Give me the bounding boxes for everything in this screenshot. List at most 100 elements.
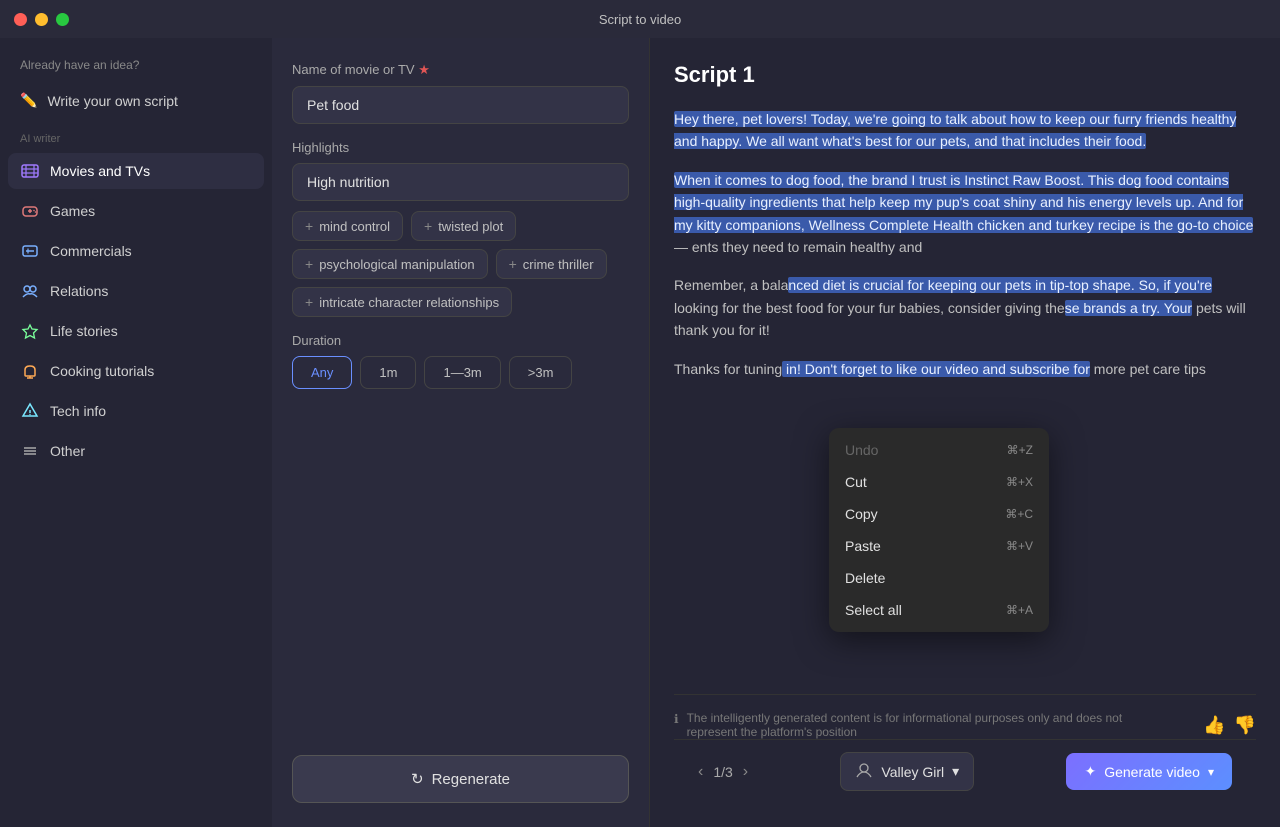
commercials-label: Commercials (50, 243, 132, 259)
highlight-main-input[interactable]: High nutrition (292, 163, 629, 201)
games-label: Games (50, 203, 95, 219)
cooking-label: Cooking tutorials (50, 363, 154, 379)
tag-label: twisted plot (438, 219, 503, 234)
main-layout: Already have an idea? ✏️ Write your own … (0, 38, 1280, 827)
sidebar-item-relations[interactable]: Relations (8, 273, 264, 309)
other-icon (20, 441, 40, 461)
tech-icon (20, 401, 40, 421)
tag-psychological[interactable]: + psychological manipulation (292, 249, 488, 279)
selected-text-p2: When it comes to dog food, the brand I t… (674, 172, 1253, 233)
ctx-paste-label: Paste (845, 538, 881, 554)
sidebar-item-movies[interactable]: Movies and TVs (8, 153, 264, 189)
close-button[interactable] (14, 13, 27, 26)
duration-any[interactable]: Any (292, 356, 352, 389)
bottom-bar: ‹ 1/3 › Valley Girl ▾ ✦ Generate video ▾ (674, 739, 1256, 803)
pencil-icon: ✏️ (20, 92, 37, 109)
highlights-label: Highlights (292, 140, 629, 155)
write-own-script-label: Write your own script (47, 93, 177, 109)
script-paragraph-4[interactable]: Thanks for tuning in! Don't forget to li… (674, 358, 1256, 380)
ctx-select-all[interactable]: Select all ⌘+A (829, 594, 1049, 626)
sidebar-item-games[interactable]: Games (8, 193, 264, 229)
required-indicator: ★ (418, 62, 430, 77)
ctx-select-all-shortcut: ⌘+A (1006, 603, 1033, 617)
regenerate-label: Regenerate (432, 771, 510, 788)
thumbs-up-button[interactable]: 👍 (1203, 715, 1225, 736)
info-icon: ℹ (674, 712, 679, 726)
context-menu: Undo ⌘+Z Cut ⌘+X Copy ⌘+C Paste ⌘+V Dele… (829, 428, 1049, 632)
movie-name-label: Name of movie or TV ★ (292, 62, 629, 78)
sidebar-item-life-stories[interactable]: Life stories (8, 313, 264, 349)
ctx-undo-label: Undo (845, 442, 878, 458)
titlebar: Script to video (0, 0, 1280, 38)
voice-chevron-icon: ▾ (952, 763, 959, 780)
ctx-delete[interactable]: Delete (829, 562, 1049, 594)
ctx-cut[interactable]: Cut ⌘+X (829, 466, 1049, 498)
next-page-button[interactable]: › (743, 763, 748, 781)
pagination: ‹ 1/3 › (698, 763, 748, 781)
tag-label: psychological manipulation (319, 257, 474, 272)
disclaimer-text: The intelligently generated content is f… (687, 711, 1174, 739)
tag-label: intricate character relationships (319, 295, 499, 310)
relations-label: Relations (50, 283, 108, 299)
minimize-button[interactable] (35, 13, 48, 26)
tag-label: crime thriller (523, 257, 594, 272)
ctx-undo[interactable]: Undo ⌘+Z (829, 434, 1049, 466)
tech-label: Tech info (50, 403, 106, 419)
tag-plus-icon: + (509, 256, 517, 272)
selected-text-p1: Hey there, pet lovers! Today, we're goin… (674, 111, 1236, 149)
tag-plus-icon: + (305, 256, 313, 272)
tag-crime-thriller[interactable]: + crime thriller (496, 249, 607, 279)
movie-name-input[interactable] (292, 86, 629, 124)
highlight-tags-container: + mind control + twisted plot + psycholo… (292, 211, 629, 317)
tag-twisted-plot[interactable]: + twisted plot (411, 211, 516, 241)
script-footer: ℹ The intelligently generated content is… (674, 694, 1256, 739)
regenerate-icon: ↻ (411, 770, 424, 788)
life-stories-icon (20, 321, 40, 341)
duration-buttons: Any 1m 1—3m >3m (292, 356, 629, 389)
script-content[interactable]: Hey there, pet lovers! Today, we're goin… (674, 108, 1256, 678)
tag-label: mind control (319, 219, 390, 234)
other-label: Other (50, 443, 85, 459)
ctx-paste[interactable]: Paste ⌘+V (829, 530, 1049, 562)
sidebar-item-tech[interactable]: Tech info (8, 393, 264, 429)
window-controls (14, 13, 69, 26)
duration-1m[interactable]: 1m (360, 356, 416, 389)
movies-label: Movies and TVs (50, 163, 150, 179)
ctx-select-all-label: Select all (845, 602, 902, 618)
feedback-buttons: 👍 👎 (1203, 715, 1256, 736)
ctx-copy[interactable]: Copy ⌘+C (829, 498, 1049, 530)
life-stories-label: Life stories (50, 323, 118, 339)
sidebar-write-own-script[interactable]: ✏️ Write your own script (8, 84, 264, 117)
generate-label: Generate video (1104, 764, 1200, 780)
window-title: Script to video (599, 12, 681, 27)
ctx-cut-shortcut: ⌘+X (1006, 475, 1033, 489)
sidebar-item-commercials[interactable]: Commercials (8, 233, 264, 269)
duration-1-3m[interactable]: 1—3m (424, 356, 500, 389)
voice-label: Valley Girl (881, 764, 944, 780)
voice-selector[interactable]: Valley Girl ▾ (840, 752, 974, 791)
ctx-copy-label: Copy (845, 506, 878, 522)
script-paragraph-2[interactable]: When it comes to dog food, the brand I t… (674, 169, 1256, 259)
ctx-cut-label: Cut (845, 474, 867, 490)
maximize-button[interactable] (56, 13, 69, 26)
script-paragraph-3[interactable]: Remember, a balanced diet is crucial for… (674, 274, 1256, 341)
regenerate-button[interactable]: ↻ Regenerate (292, 755, 629, 803)
right-panel: Script 1 Hey there, pet lovers! Today, w… (650, 38, 1280, 827)
tag-mind-control[interactable]: + mind control (292, 211, 403, 241)
generate-video-button[interactable]: ✦ Generate video ▾ (1066, 753, 1232, 790)
games-icon (20, 201, 40, 221)
prev-page-button[interactable]: ‹ (698, 763, 703, 781)
sidebar-item-cooking[interactable]: Cooking tutorials (8, 353, 264, 389)
sidebar-item-other[interactable]: Other (8, 433, 264, 469)
ai-writer-label: AI writer (8, 121, 264, 149)
duration-label: Duration (292, 333, 629, 348)
commercials-icon (20, 241, 40, 261)
duration-3m-plus[interactable]: >3m (509, 356, 573, 389)
script-paragraph-1[interactable]: Hey there, pet lovers! Today, we're goin… (674, 108, 1256, 153)
cooking-icon (20, 361, 40, 381)
center-panel: Name of movie or TV ★ Highlights High nu… (272, 38, 650, 827)
thumbs-down-button[interactable]: 👎 (1234, 715, 1256, 736)
sidebar-already-have-idea: Already have an idea? (8, 54, 264, 80)
highlights-section: Highlights High nutrition + mind control… (292, 140, 629, 317)
tag-intricate[interactable]: + intricate character relationships (292, 287, 512, 317)
